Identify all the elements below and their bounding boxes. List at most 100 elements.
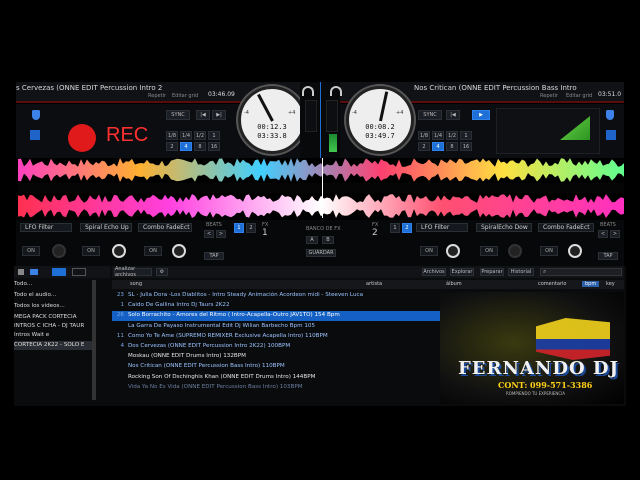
settings-icon[interactable]: ⚙ <box>156 268 168 276</box>
tab-explore[interactable]: Explorar <box>450 268 474 276</box>
fx-left-select-1[interactable]: 1 <box>234 223 244 233</box>
sidebar-item-intros-wait[interactable]: Intros Wait e <box>14 331 96 340</box>
table-row[interactable]: Moskau (ONNE EDIT Drums Intro) 132BPM <box>112 352 442 361</box>
column-artist[interactable]: artista <box>366 281 382 287</box>
fx-left-tap-button[interactable]: TAP <box>204 252 224 260</box>
sidebar-item-cortecia[interactable]: CORTECIA 2K22 - SOLO E <box>14 341 96 350</box>
table-row[interactable]: 11 Como Yo Te Ame (SUPREMO REMIXER Exclus… <box>112 332 442 341</box>
rec-label[interactable]: REC <box>106 124 148 147</box>
deck-b-loop-1[interactable]: 1 <box>460 131 472 140</box>
deck-a-cue-icon[interactable] <box>30 130 40 140</box>
sidebar-item-videos[interactable]: Todos los videos... <box>14 302 96 311</box>
fx-left-1[interactable]: LFO Filter <box>20 223 72 232</box>
table-row[interactable]: La Garra De Payaso Instrumental Edit Dj … <box>112 322 442 331</box>
fx-right-select-2[interactable]: 2 <box>402 223 412 233</box>
fx-right-2-knob[interactable] <box>508 244 522 258</box>
deck-a-gain-slider[interactable] <box>305 100 317 132</box>
deck-a-loop-1-4[interactable]: 1/4 <box>180 131 192 140</box>
analyze-files-button[interactable]: Analizar archivos <box>114 266 152 278</box>
deck-b-loop-8[interactable]: 8 <box>446 142 458 151</box>
deck-b-cue-icon[interactable] <box>606 130 616 140</box>
deck-b-sync-button[interactable]: SYNC <box>418 110 442 120</box>
deck-b-play-button[interactable]: ▶ <box>472 110 490 120</box>
sidebar-item-mega-pack[interactable]: MEGA PACK CORTECIA <box>14 313 96 322</box>
tab-history[interactable]: Historial <box>508 268 534 276</box>
fx-right-beats-prev[interactable]: < <box>598 230 608 238</box>
deck-a-next-button[interactable]: ▶| <box>212 110 226 120</box>
deck-b-loop-1-8[interactable]: 1/8 <box>418 131 430 140</box>
fx-right-2[interactable]: SpiralEcho Dow <box>476 223 532 232</box>
deck-b-loop-4[interactable]: 4 <box>432 142 444 151</box>
fx-left-beats-prev[interactable]: < <box>204 230 214 238</box>
fx-left-1-on[interactable]: ON <box>22 246 40 256</box>
fx-right-3-on[interactable]: ON <box>540 246 558 256</box>
fx-left-1-knob[interactable] <box>52 244 66 258</box>
sampler-a-button[interactable]: A <box>306 236 318 244</box>
deck-b-gain-slider[interactable] <box>326 100 338 132</box>
deck-b-loop-1-2[interactable]: 1/2 <box>446 131 458 140</box>
deck-b-shield-icon[interactable] <box>606 110 614 120</box>
deck-a-loop-1-8[interactable]: 1/8 <box>166 131 178 140</box>
deck-b-edit-grid[interactable]: Editar grid <box>566 93 592 99</box>
fx-right-beats-next[interactable]: > <box>610 230 620 238</box>
waveform-deck-a[interactable] <box>18 158 624 182</box>
fx-left-beats-next[interactable]: > <box>216 230 226 238</box>
deck-a-loop-16[interactable]: 16 <box>208 142 220 151</box>
fx-right-2-on[interactable]: ON <box>480 246 498 256</box>
waveform-deck-b[interactable] <box>18 194 624 218</box>
fx-left-select-2[interactable]: 2 <box>246 223 256 233</box>
sampler-b-button[interactable]: B <box>322 236 334 244</box>
sidebar-icon-1[interactable] <box>18 269 24 275</box>
fx-left-3-knob[interactable] <box>172 244 186 258</box>
fx-right-1[interactable]: LFO Filter <box>416 223 468 232</box>
column-bpm[interactable]: bpm <box>582 281 600 287</box>
deck-b-repeat[interactable]: Repetir <box>540 93 558 99</box>
tab-files[interactable]: Archivos <box>422 268 446 276</box>
table-row[interactable]: 23 SL - Julia Dora -Los Diablitos - Intro… <box>112 291 442 300</box>
column-comment[interactable]: comentario <box>538 281 566 287</box>
table-row[interactable]: Rocking Son Of Dschinghis Khan (ONNE EDI… <box>112 373 442 382</box>
deck-a-headphone-icon[interactable] <box>302 86 314 96</box>
fx-right-3-knob[interactable] <box>568 244 582 258</box>
sidebar-item-intros-chicha[interactable]: INTROS C ICHA - DJ TAUR <box>14 322 96 331</box>
column-album[interactable]: álbum <box>446 281 462 287</box>
deck-a-edit-grid[interactable]: Editar grid <box>172 93 198 99</box>
column-key[interactable]: key <box>606 281 615 287</box>
deck-a-prev-button[interactable]: |◀ <box>196 110 210 120</box>
deck-b-headphone-icon[interactable] <box>330 86 342 96</box>
table-row[interactable]: Nos Critican (ONNE EDIT Percussion Bass … <box>112 362 442 371</box>
fx-right-select-1[interactable]: 1 <box>390 223 400 233</box>
sidebar-list-icon[interactable] <box>52 268 66 276</box>
deck-b-loop-1-4[interactable]: 1/4 <box>432 131 444 140</box>
fx-right-1-knob[interactable] <box>446 244 460 258</box>
deck-a-jog-wheel[interactable]: 00:12.3 03:33.8 <box>238 86 306 154</box>
deck-a-shield-icon[interactable] <box>32 110 40 120</box>
deck-a-loop-4[interactable]: 4 <box>180 142 192 151</box>
sidebar-item-all[interactable]: Todo... <box>14 280 96 289</box>
deck-a-repeat[interactable]: Repetir <box>148 93 166 99</box>
deck-b-loop-2[interactable]: 2 <box>418 142 430 151</box>
sampler-save-button[interactable]: GUARDAR <box>306 249 336 257</box>
sidebar-item-audio[interactable]: Todo el audio... <box>14 291 96 300</box>
sidebar-scrollbar[interactable] <box>92 280 96 400</box>
tab-prepare[interactable]: Preparar <box>480 268 504 276</box>
fx-right-1-on[interactable]: ON <box>420 246 438 256</box>
sidebar-icon-2[interactable] <box>30 269 38 275</box>
fx-right-tap-button[interactable]: TAP <box>598 252 618 260</box>
deck-a-loop-8[interactable]: 8 <box>194 142 206 151</box>
fx-left-2-on[interactable]: ON <box>82 246 100 256</box>
deck-a-loop-1-2[interactable]: 1/2 <box>194 131 206 140</box>
sidebar-grid-icon[interactable] <box>72 268 86 276</box>
fx-left-2[interactable]: Spiral Echo Up <box>80 223 132 232</box>
search-input[interactable]: ⌕ <box>540 268 622 276</box>
fx-left-3[interactable]: Combo FadeEct <box>138 223 192 232</box>
table-row[interactable]: 26 Solo Borrachito - Amores del Ritmo ( I… <box>112 311 442 321</box>
deck-b-jog-wheel[interactable]: 00:08.2 03:49.7 <box>346 86 414 154</box>
fx-left-2-knob[interactable] <box>112 244 126 258</box>
fx-left-3-on[interactable]: ON <box>144 246 162 256</box>
table-row[interactable]: 1 Caido De Gallina Intro Dj Taurs 2K22 <box>112 301 442 310</box>
deck-b-loop-16[interactable]: 16 <box>460 142 472 151</box>
deck-a-loop-1[interactable]: 1 <box>208 131 220 140</box>
deck-b-prev-button[interactable]: |◀ <box>446 110 460 120</box>
deck-a-loop-2[interactable]: 2 <box>166 142 178 151</box>
